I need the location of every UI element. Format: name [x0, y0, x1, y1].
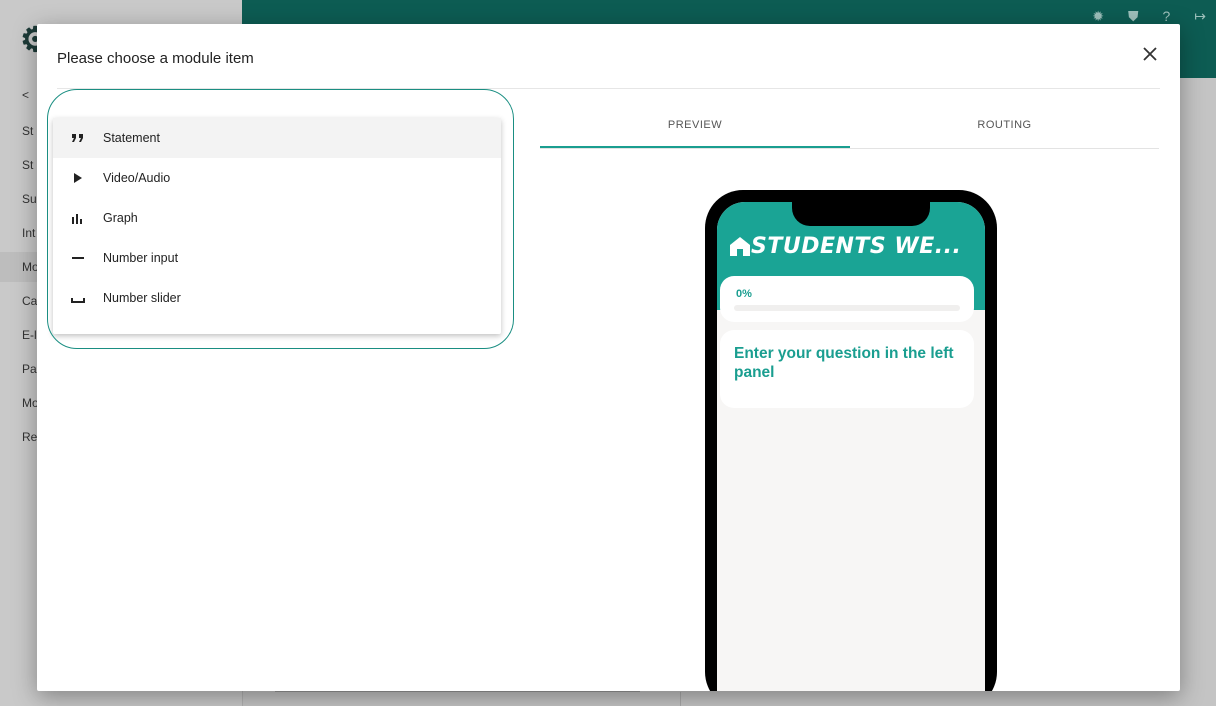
module-item-dialog: Please choose a module item Statement Vi…: [37, 24, 1180, 691]
settings-icon: ✹: [1092, 8, 1104, 24]
dialog-title: Please choose a module item: [57, 50, 254, 67]
list-item-label: Video/Audio: [103, 171, 171, 185]
module-item-list: Statement Video/Audio Graph Number input: [53, 118, 501, 334]
space-bar-icon: [53, 292, 103, 304]
list-item-statement[interactable]: Statement: [53, 118, 501, 158]
list-item-video-audio[interactable]: Video/Audio: [53, 158, 501, 198]
phone-notch: [792, 202, 930, 226]
home-icon: [730, 237, 750, 256]
bar-chart-icon: [53, 212, 103, 224]
question-card: Enter your question in the left panel: [720, 330, 974, 408]
progress-bar: [734, 305, 960, 311]
list-item-number-slider[interactable]: Number slider: [53, 278, 501, 318]
question-text: Enter your question in the left panel: [734, 345, 954, 381]
phone-title: STUDENTS WE...: [751, 234, 962, 259]
quote-icon: [53, 132, 103, 144]
list-item-number-input[interactable]: Number input: [53, 238, 501, 278]
list-item-label: Graph: [103, 211, 138, 225]
title-divider: [57, 88, 1160, 89]
tab-preview[interactable]: PREVIEW: [540, 108, 850, 148]
play-icon: [53, 172, 103, 184]
close-icon: [1143, 47, 1157, 61]
list-item-label: Number slider: [103, 291, 181, 305]
background-divider: [680, 692, 681, 706]
phone-screen: STUDENTS WE... 0% Enter your question in…: [717, 202, 985, 691]
close-button[interactable]: [1138, 42, 1162, 66]
phone-preview: STUDENTS WE... 0% Enter your question in…: [705, 190, 997, 691]
tab-routing[interactable]: ROUTING: [850, 108, 1159, 148]
shield-icon: ⛊: [1127, 8, 1139, 24]
list-item-graph[interactable]: Graph: [53, 198, 501, 238]
progress-card: 0%: [720, 276, 974, 322]
preview-tabs: PREVIEW ROUTING: [540, 108, 1159, 149]
help-icon: ?: [1162, 8, 1171, 24]
progress-label: 0%: [736, 288, 752, 300]
list-item-label: Statement: [103, 131, 160, 145]
active-tab-indicator: [540, 146, 850, 148]
logout-icon: ↦: [1194, 8, 1206, 24]
list-item-label: Number input: [103, 251, 179, 265]
minus-icon: [53, 252, 103, 264]
